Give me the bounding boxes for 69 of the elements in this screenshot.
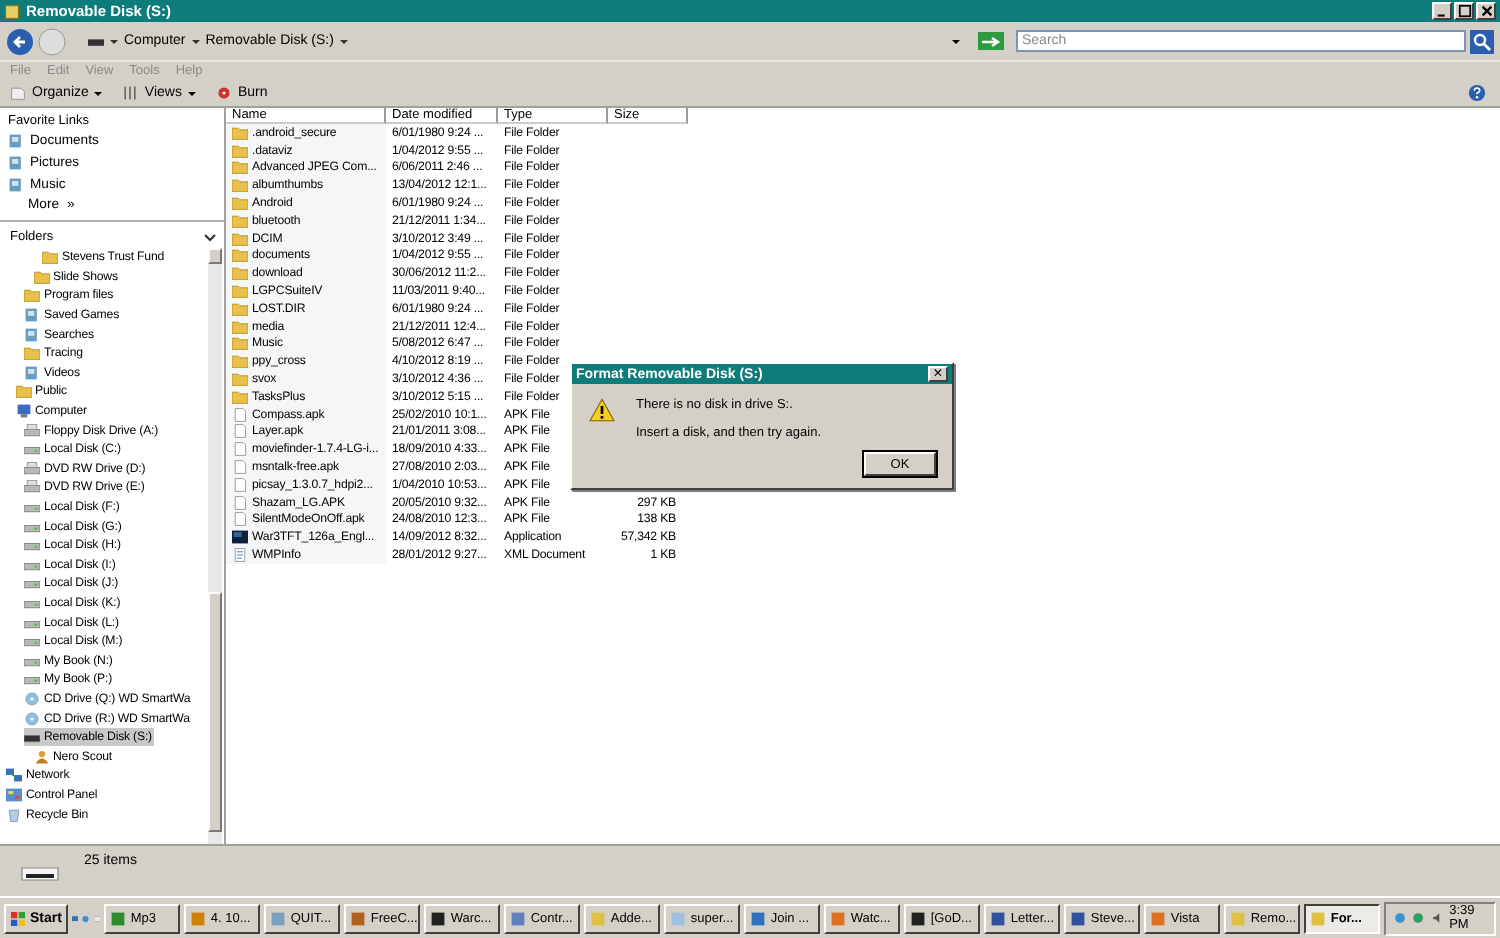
disc-icon — [24, 711, 40, 726]
drive-icon — [24, 461, 40, 476]
control-panel-icon — [6, 787, 22, 802]
chevron-icon[interactable] — [204, 233, 216, 241]
folder-icon — [15, 384, 31, 399]
app-icon — [110, 911, 127, 925]
app-icon — [1150, 911, 1167, 925]
folder-icon — [4, 3, 20, 19]
app-icon — [1070, 911, 1087, 925]
app-icon — [510, 911, 527, 925]
app-icon — [590, 911, 607, 925]
application-icon — [232, 530, 248, 545]
drive-icon — [24, 442, 40, 457]
app-icon — [1310, 911, 1327, 925]
drive-icon — [24, 519, 40, 534]
close-button[interactable] — [1476, 2, 1496, 20]
app-icon — [750, 911, 767, 925]
drive-icon — [24, 557, 40, 572]
drive-icon — [88, 34, 104, 48]
page-icon — [10, 86, 26, 100]
drive-icon — [24, 653, 40, 668]
caret-icon — [110, 37, 118, 45]
app-icon — [190, 911, 207, 925]
scrollbar[interactable] — [208, 248, 222, 844]
caret-icon — [94, 89, 103, 97]
app-icon — [350, 911, 367, 925]
disc-icon — [215, 86, 232, 100]
columns-icon — [122, 86, 139, 100]
drive-icon — [24, 480, 40, 495]
drive-icon — [24, 615, 40, 630]
app-icon — [830, 911, 847, 925]
caret-icon — [339, 37, 348, 45]
windows-logo — [10, 911, 26, 925]
drive-icon — [24, 538, 40, 553]
drive-icon — [24, 500, 40, 515]
minimize-button[interactable] — [1432, 2, 1452, 20]
refresh-button[interactable] — [978, 32, 1004, 50]
app-icon — [270, 911, 287, 925]
close-button[interactable]: × — [928, 366, 948, 382]
computer-icon — [15, 404, 31, 419]
warning-icon — [588, 398, 616, 422]
person-icon — [33, 749, 49, 764]
drive-icon — [24, 634, 40, 649]
caret-icon — [191, 37, 200, 45]
drive-icon — [24, 423, 40, 438]
network-icon — [6, 768, 22, 783]
app-icon — [670, 911, 687, 925]
search-button[interactable] — [1470, 29, 1494, 53]
speaker-icon[interactable] — [1431, 910, 1444, 926]
disc-icon — [24, 691, 40, 706]
close-icon — [1479, 4, 1493, 18]
app-icon — [430, 911, 447, 925]
help-icon[interactable] — [1468, 84, 1486, 102]
back-button[interactable] — [6, 27, 34, 55]
drive-icon — [24, 730, 40, 745]
maximize-icon — [1457, 4, 1471, 18]
dropdown-icon — [952, 37, 960, 45]
recycle-bin-icon — [6, 807, 22, 822]
document-icon — [232, 548, 248, 563]
maximize-button[interactable] — [1454, 2, 1474, 20]
caret-icon — [187, 89, 196, 97]
drive-icon — [24, 595, 40, 610]
app-icon — [910, 911, 927, 925]
app-icon — [990, 911, 1007, 925]
drive-icon — [24, 672, 40, 687]
drive-icon — [24, 576, 40, 591]
library-icon — [24, 365, 40, 380]
folder-icon — [24, 346, 40, 361]
app-icon — [1230, 911, 1247, 925]
